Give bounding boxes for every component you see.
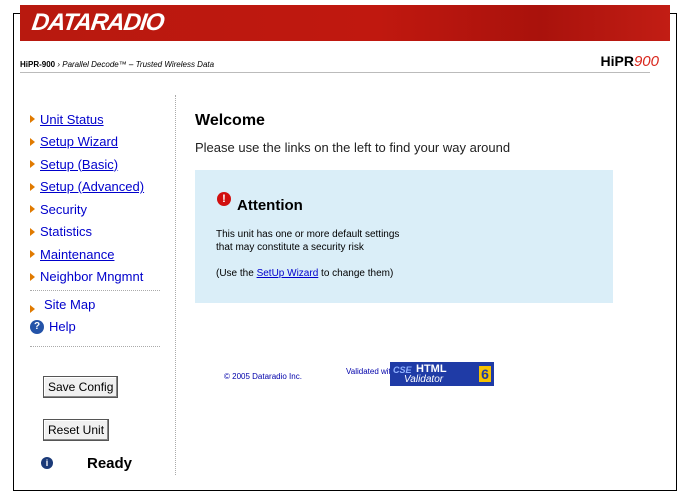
sidebar-item-site-map[interactable]: Site Map: [30, 293, 160, 316]
sidebar-item-security[interactable]: Security: [30, 198, 160, 221]
help-icon: ?: [30, 319, 44, 334]
dataradio-logo: DATARADIO: [30, 9, 166, 36]
reset-unit-button[interactable]: Reset Unit: [43, 419, 110, 441]
attention-line2: that may constitute a security risk: [216, 242, 364, 253]
sidebar-divider: [175, 95, 176, 475]
sidebar-item-setup-wizard[interactable]: Setup Wizard: [30, 131, 160, 154]
bullet-arrow-icon: [30, 305, 35, 314]
nav-separator: [30, 346, 160, 347]
sidebar-item-setup-advanced[interactable]: Setup (Advanced): [30, 176, 160, 199]
badge-version: 6: [479, 366, 491, 382]
save-config-button[interactable]: Save Config: [43, 376, 119, 398]
sidebar-link[interactable]: Neighbor Mngmnt: [40, 269, 143, 284]
product-logo: HiPR900: [601, 53, 659, 70]
sidebar-link[interactable]: Unit Status: [40, 112, 104, 127]
attention-box: ! Attention This unit has one or more de…: [195, 170, 613, 303]
status-text: Ready: [87, 455, 133, 472]
product-prefix: HiPR: [600, 53, 634, 69]
header-banner: DATARADIO: [20, 5, 670, 41]
bullet-arrow-icon: [30, 182, 35, 191]
sidebar-item-setup-basic[interactable]: Setup (Basic): [30, 153, 160, 176]
sidebar-link[interactable]: Security: [40, 202, 87, 217]
sidebar-item-help[interactable]: ? Help: [30, 316, 160, 339]
sidebar-link[interactable]: Statistics: [40, 224, 92, 239]
bullet-arrow-icon: [30, 115, 35, 124]
header-subtitle: HiPR-900 › Parallel Decode™ – Trusted Wi…: [20, 60, 214, 69]
bullet-arrow-icon: [30, 272, 35, 281]
sidebar-item-statistics[interactable]: Statistics: [30, 221, 160, 244]
bullet-arrow-icon: [30, 250, 35, 259]
attention-line3: (Use the SetUp Wizard to change them): [216, 268, 393, 279]
subtitle-text: Parallel Decode™ – Trusted Wireless Data: [62, 60, 215, 69]
bullet-arrow-icon: [30, 227, 35, 236]
line3-suffix: to change them): [318, 268, 394, 279]
info-icon: i: [41, 457, 53, 469]
sidebar-item-unit-status[interactable]: Unit Status: [30, 108, 160, 131]
sidebar-item-neighbor-mngmnt[interactable]: Neighbor Mngmnt: [30, 266, 160, 289]
intro-text: Please use the links on the left to find…: [195, 140, 511, 155]
bullet-arrow-icon: [30, 160, 35, 169]
copyright-text: © 2005 Dataradio Inc.: [224, 372, 302, 381]
model-name: HiPR-900: [20, 60, 56, 69]
nav-separator: [30, 290, 160, 291]
warning-icon: !: [217, 192, 231, 206]
sidebar-link[interactable]: Maintenance: [40, 247, 114, 262]
badge-validator: Validator: [404, 374, 444, 385]
bullet-arrow-icon: [30, 205, 35, 214]
line3-prefix: (Use the: [216, 268, 257, 279]
product-suffix: 900: [633, 53, 659, 70]
sidebar-nav: Unit Status Setup Wizard Setup (Basic) S…: [30, 108, 160, 349]
sidebar-link[interactable]: Help: [49, 319, 76, 334]
bullet-arrow-icon: [30, 137, 35, 146]
sidebar-link[interactable]: Setup (Advanced): [40, 179, 144, 194]
attention-title: Attention: [237, 197, 303, 214]
sidebar-link[interactable]: Setup Wizard: [40, 134, 118, 149]
sidebar-link[interactable]: Site Map: [44, 297, 95, 312]
sidebar-link[interactable]: Setup (Basic): [40, 157, 118, 172]
html-validator-badge[interactable]: CSE HTML Validator 6: [390, 362, 494, 386]
sidebar-item-maintenance[interactable]: Maintenance: [30, 243, 160, 266]
attention-line1: This unit has one or more default settin…: [216, 229, 400, 240]
setup-wizard-link[interactable]: SetUp Wizard: [257, 268, 319, 279]
header-divider: [20, 72, 650, 73]
page-title: Welcome: [195, 112, 265, 129]
